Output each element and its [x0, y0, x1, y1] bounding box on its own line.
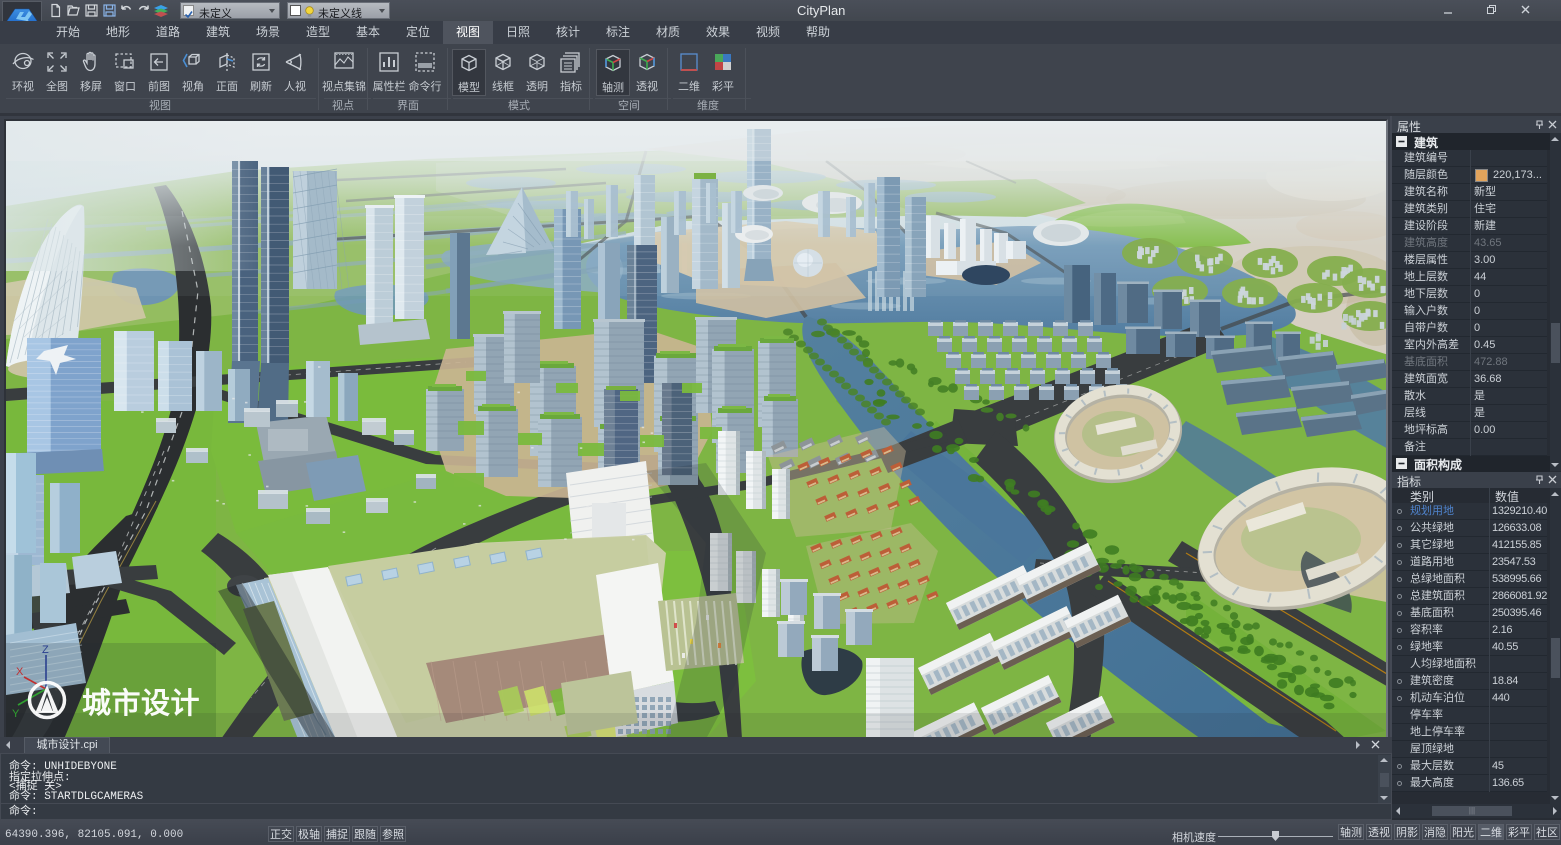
svg-text:城市设计: 城市设计 — [82, 686, 200, 720]
svg-text:Z: Z — [42, 644, 49, 656]
svg-text:Y: Y — [12, 708, 20, 720]
svg-text:X: X — [16, 666, 24, 678]
